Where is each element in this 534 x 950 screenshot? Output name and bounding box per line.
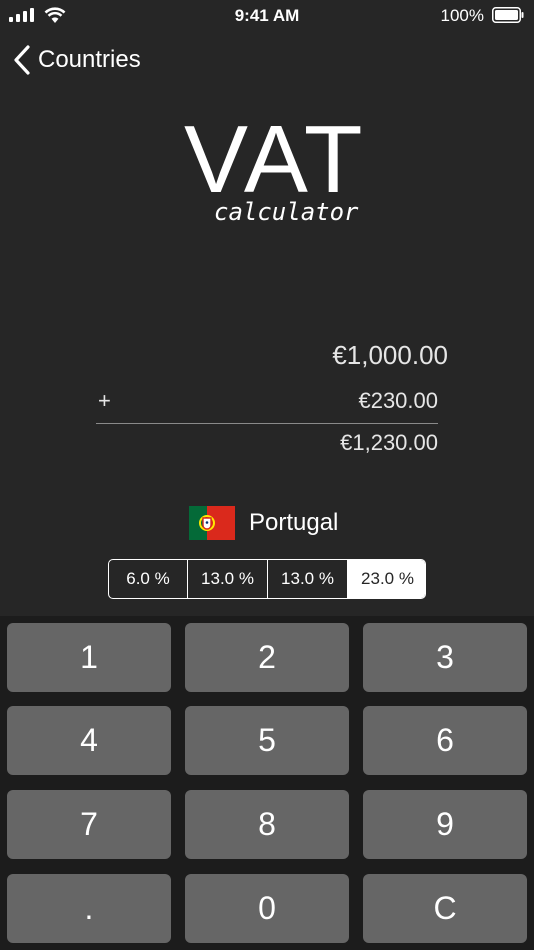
key-3[interactable]: 3	[363, 623, 527, 692]
back-button-label: Countries	[38, 46, 141, 73]
chevron-left-icon	[14, 45, 30, 75]
rate-option[interactable]: 13.0 %	[268, 560, 348, 598]
total-amount: €1,230.00	[340, 430, 438, 455]
country-name: Portugal	[249, 509, 339, 536]
battery-icon	[492, 7, 524, 23]
key-7[interactable]: 7	[7, 790, 171, 859]
key-8[interactable]: 8	[185, 790, 349, 859]
vat-row: + €230.00	[96, 386, 438, 416]
key-6[interactable]: 6	[363, 706, 527, 775]
key-2[interactable]: 2	[185, 623, 349, 692]
key-5[interactable]: 5	[185, 706, 349, 775]
logo-title: VAT	[184, 106, 366, 213]
rate-option[interactable]: 6.0 %	[109, 560, 188, 598]
key-0[interactable]: 0	[185, 874, 349, 943]
app-logo: VAT calculator	[0, 110, 534, 240]
key-decimal[interactable]: .	[7, 874, 171, 943]
vat-rate-selector: 6.0 % 13.0 % 13.0 % 23.0 %	[108, 559, 426, 599]
country-selector[interactable]: Portugal	[189, 506, 338, 540]
logo-subtitle: calculator	[214, 198, 359, 226]
back-button[interactable]: Countries	[12, 44, 141, 76]
net-amount: €1,000.00	[332, 340, 448, 370]
plus-sign: +	[98, 388, 111, 413]
key-1[interactable]: 1	[7, 623, 171, 692]
rate-option[interactable]: 23.0 %	[348, 560, 425, 598]
status-bar: 9:41 AM 100%	[0, 0, 534, 30]
rate-option[interactable]: 13.0 %	[188, 560, 268, 598]
key-4[interactable]: 4	[7, 706, 171, 775]
key-clear[interactable]: C	[363, 874, 527, 943]
sum-divider	[96, 423, 438, 424]
key-9[interactable]: 9	[363, 790, 527, 859]
vat-amount: €230.00	[358, 388, 438, 413]
portugal-flag-icon	[189, 506, 235, 540]
keypad: 1 2 3 4 5 6 7 8 9 . 0 C	[0, 616, 534, 950]
battery-percent: 100%	[440, 6, 484, 25]
